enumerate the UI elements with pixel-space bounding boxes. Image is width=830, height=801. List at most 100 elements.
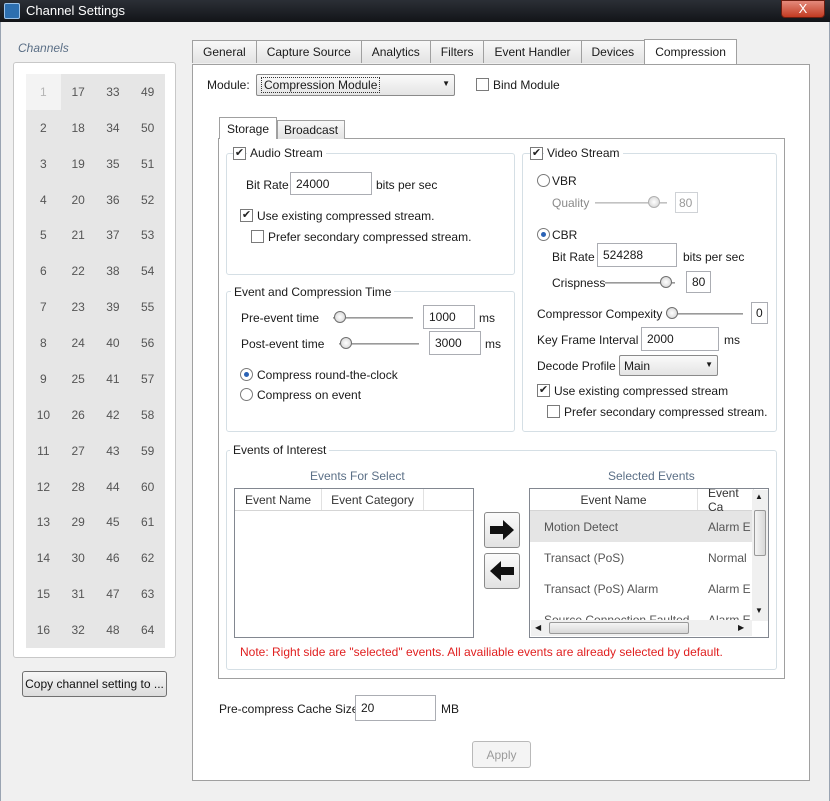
channel-cell[interactable]: 43 <box>96 433 131 469</box>
quality-input[interactable]: 80 <box>675 192 698 213</box>
cache-size-input[interactable]: 20 <box>355 695 436 721</box>
channel-cell[interactable]: 7 <box>26 289 61 325</box>
video-use-existing-checkbox[interactable]: ✔ <box>537 384 550 397</box>
channel-cell[interactable]: 59 <box>130 433 165 469</box>
channel-cell[interactable]: 33 <box>96 74 131 110</box>
channel-cell[interactable]: 5 <box>26 218 61 254</box>
channel-cell[interactable]: 25 <box>61 361 96 397</box>
video-bitrate-input[interactable]: 524288 <box>597 243 677 267</box>
tab-compression[interactable]: Compression <box>644 39 737 64</box>
horizontal-scrollbar[interactable]: ◀ ▶ <box>531 620 752 636</box>
audio-use-existing-checkbox[interactable]: ✔ <box>240 209 253 222</box>
channel-cell[interactable]: 52 <box>130 182 165 218</box>
tab-event-handler[interactable]: Event Handler <box>483 40 582 63</box>
add-event-button[interactable] <box>484 512 520 548</box>
complexity-slider-thumb[interactable] <box>666 307 678 319</box>
channel-cell[interactable]: 10 <box>26 397 61 433</box>
on-event-radio[interactable] <box>240 388 253 401</box>
channel-cell[interactable]: 20 <box>61 182 96 218</box>
tab-capture-source[interactable]: Capture Source <box>255 40 362 63</box>
column-header-event-category[interactable]: Event Ca <box>698 489 754 514</box>
channel-cell[interactable]: 22 <box>61 253 96 289</box>
vertical-scrollbar[interactable]: ▲ ▼ <box>752 490 768 621</box>
scroll-right-icon[interactable]: ▶ <box>738 623 744 632</box>
bind-module-checkbox[interactable] <box>476 78 489 91</box>
channel-cell[interactable]: 35 <box>96 146 131 182</box>
channel-cell[interactable]: 40 <box>96 325 131 361</box>
remove-event-button[interactable] <box>484 553 520 589</box>
copy-channel-setting-button[interactable]: Copy channel setting to ... <box>22 671 167 697</box>
audio-stream-checkbox[interactable]: ✔ <box>233 147 246 160</box>
module-select[interactable]: Compression Module ▼ <box>256 74 455 96</box>
channel-cell[interactable]: 26 <box>61 397 96 433</box>
audio-bitrate-input[interactable]: 24000 <box>290 172 372 195</box>
pre-event-slider-thumb[interactable] <box>334 311 346 323</box>
channel-cell[interactable]: 42 <box>96 397 131 433</box>
tab-devices[interactable]: Devices <box>580 40 646 63</box>
post-event-input[interactable]: 3000 <box>429 331 481 355</box>
channel-cell[interactable]: 53 <box>130 218 165 254</box>
channel-cell[interactable]: 60 <box>130 469 165 505</box>
events-for-select-list[interactable]: Event Name Event Category <box>234 488 474 638</box>
scroll-up-icon[interactable]: ▲ <box>755 492 763 501</box>
selected-event-row[interactable]: Transact (PoS) Normal <box>530 542 768 573</box>
channel-cell[interactable]: 63 <box>130 576 165 612</box>
channel-cell[interactable]: 41 <box>96 361 131 397</box>
complexity-input[interactable]: 0 <box>751 302 768 324</box>
channel-cell[interactable]: 29 <box>61 505 96 541</box>
channel-cell[interactable]: 17 <box>61 74 96 110</box>
apply-button[interactable]: Apply <box>472 741 531 768</box>
channel-cell[interactable]: 16 <box>26 612 61 648</box>
selected-event-row[interactable]: Transact (PoS) Alarm Alarm E <box>530 573 768 604</box>
crispness-input[interactable]: 80 <box>686 271 711 293</box>
channel-cell[interactable]: 61 <box>130 505 165 541</box>
channel-cell[interactable]: 11 <box>26 433 61 469</box>
channel-cell[interactable]: 24 <box>61 325 96 361</box>
channel-cell[interactable]: 4 <box>26 182 61 218</box>
channel-cell[interactable]: 12 <box>26 469 61 505</box>
column-header-event-name[interactable]: Event Name <box>235 489 322 510</box>
decode-profile-select[interactable]: Main ▼ <box>619 355 718 376</box>
channel-cell[interactable]: 14 <box>26 540 61 576</box>
subtab-broadcast[interactable]: Broadcast <box>277 120 346 139</box>
post-event-slider-thumb[interactable] <box>340 337 352 349</box>
channel-cell[interactable]: 36 <box>96 182 131 218</box>
crispness-slider-thumb[interactable] <box>660 276 672 288</box>
channel-cell[interactable]: 56 <box>130 325 165 361</box>
selected-event-row[interactable]: Motion Detect Alarm E <box>530 511 768 542</box>
round-the-clock-radio[interactable] <box>240 368 253 381</box>
channel-cell[interactable]: 39 <box>96 289 131 325</box>
channel-cell[interactable]: 2 <box>26 110 61 146</box>
column-header-event-name[interactable]: Event Name <box>530 489 698 510</box>
channel-cell[interactable]: 15 <box>26 576 61 612</box>
column-header-event-category[interactable]: Event Category <box>322 489 424 510</box>
channel-cell[interactable]: 44 <box>96 469 131 505</box>
scroll-down-icon[interactable]: ▼ <box>755 606 763 615</box>
channel-cell[interactable]: 55 <box>130 289 165 325</box>
channel-cell[interactable]: 9 <box>26 361 61 397</box>
channel-cell[interactable]: 64 <box>130 612 165 648</box>
vertical-scroll-thumb[interactable] <box>754 510 766 556</box>
channel-cell[interactable]: 49 <box>130 74 165 110</box>
vbr-radio[interactable] <box>537 174 550 187</box>
channel-cell[interactable]: 13 <box>26 505 61 541</box>
scroll-left-icon[interactable]: ◀ <box>535 623 541 632</box>
channel-cell[interactable]: 50 <box>130 110 165 146</box>
channel-cell[interactable]: 32 <box>61 612 96 648</box>
pre-event-input[interactable]: 1000 <box>423 305 475 329</box>
keyframe-input[interactable]: 2000 <box>641 327 719 351</box>
tab-filters[interactable]: Filters <box>429 40 485 63</box>
channel-cell[interactable]: 18 <box>61 110 96 146</box>
channel-cell[interactable]: 48 <box>96 612 131 648</box>
channel-cell[interactable]: 37 <box>96 218 131 254</box>
channel-cell[interactable]: 1 <box>26 74 61 110</box>
channel-cell[interactable]: 3 <box>26 146 61 182</box>
channel-cell[interactable]: 38 <box>96 253 131 289</box>
channel-cell[interactable]: 45 <box>96 505 131 541</box>
channel-cell[interactable]: 23 <box>61 289 96 325</box>
channel-cell[interactable]: 46 <box>96 540 131 576</box>
channel-cell[interactable]: 62 <box>130 540 165 576</box>
channel-cell[interactable]: 47 <box>96 576 131 612</box>
close-button[interactable]: X <box>781 0 825 18</box>
channel-cell[interactable]: 57 <box>130 361 165 397</box>
